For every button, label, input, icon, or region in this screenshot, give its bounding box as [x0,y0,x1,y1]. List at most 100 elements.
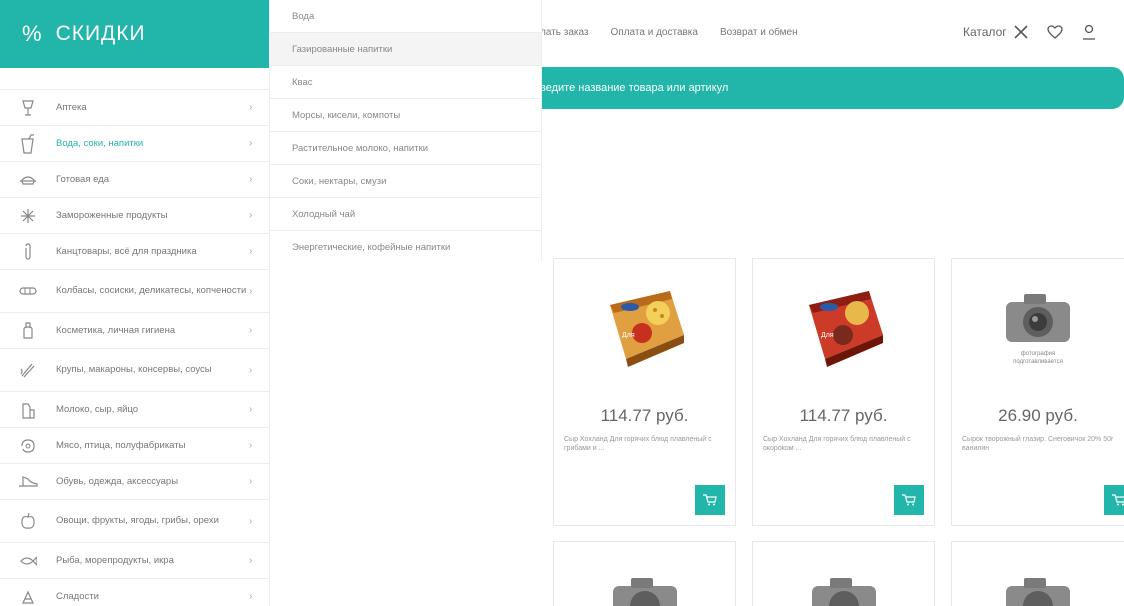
nav-link[interactable]: Оплата и доставка [611,27,698,38]
close-icon[interactable] [1011,22,1031,42]
submenu-item[interactable]: Вода [270,0,541,32]
product-description[interactable]: Сыр Хохланд Для горячих блюд плавленый с… [554,435,735,463]
product-card[interactable]: Для 114.77 руб. Сыр Хохланд Для горячих … [752,258,935,526]
cosmetics-bottle-icon [16,321,40,341]
product-image-placeholder [753,542,934,606]
category-list: Аптека › Вода, соки, напитки › Готовая еда › З… [0,89,269,606]
product-price: 114.77 руб. [799,406,888,425]
milk-icon [16,400,40,420]
product-price: 114.77 руб. [600,406,689,425]
product-card[interactable] [752,541,935,606]
chevron-right-icon: › [249,476,253,487]
cart-icon [902,494,916,506]
catalog-label: Каталог [963,25,1007,39]
discounts-header[interactable]: % СКИДКИ [0,0,269,68]
header-actions: Каталог [963,22,1099,42]
paperclip-icon [16,242,40,262]
meat-icon [16,436,40,456]
category-item[interactable]: Рыба, морепродукты, икра › [0,542,269,578]
category-label: Замороженные продукты [56,209,168,221]
product-price: 26.90 руб. [998,406,1078,425]
submenu-item[interactable]: Растительное молоко, напитки [270,131,541,164]
category-label: Вода, соки, напитки [56,137,144,149]
category-item[interactable]: Овощи, фрукты, ягоды, грибы, орехи › [0,499,269,542]
chevron-right-icon: › [249,591,253,602]
category-item[interactable]: Колбасы, сосиски, деликатесы, копчености… [0,269,269,312]
camera-icon [811,578,876,606]
submenu-item[interactable]: Холодный чай [270,197,541,230]
pasta-icon [16,360,40,380]
search-input[interactable]: ведите название товара или артикул [520,67,1124,109]
product-card[interactable]: Для 114.77 руб. Сыр Хохланд Для горячих … [553,258,736,526]
camera-icon [612,578,677,606]
percent-icon: % [22,21,42,46]
category-item[interactable]: Сладости › [0,578,269,606]
category-label: Мясо, птица, полуфабрикаты [56,439,186,451]
catalog-submenu: Вода Газированные напитки Квас Морсы, кисел… [270,0,542,262]
category-item[interactable]: Аптека › [0,89,269,125]
product-card[interactable]: фотография подготавливается 26.90 руб. С… [951,258,1124,526]
search-placeholder: ведите название товара или артикул [540,82,729,94]
submenu-item[interactable]: Морсы, кисели, компоты [270,98,541,131]
svg-text:Для: Для [821,332,834,339]
submenu-item[interactable]: Энергетические, кофейные напитки [270,230,541,263]
category-label: Готовая еда [56,173,110,185]
chevron-right-icon: › [249,404,253,415]
category-item[interactable]: Крупы, макароны, консервы, соусы › [0,348,269,391]
chevron-right-icon: › [249,285,253,297]
chevron-right-icon: › [249,364,253,376]
nav-link[interactable]: Возврат и обмен [720,27,798,38]
category-label: Крупы, макароны, консервы, соусы [56,364,212,375]
product-card[interactable] [951,541,1124,606]
snowflake-icon [16,206,40,226]
cart-icon [703,494,717,506]
fruit-icon [16,511,40,531]
product-card[interactable] [553,541,736,606]
category-label: Рыба, морепродукты, икра [56,554,174,566]
chevron-right-icon: › [249,174,253,185]
category-item[interactable]: Замороженные продукты › [0,197,269,233]
camera-icon [1006,578,1070,606]
category-item[interactable]: Мясо, птица, полуфабрикаты › [0,427,269,463]
product-image-cheese: Для [753,259,934,394]
category-item[interactable]: Вода, соки, напитки › [0,125,269,161]
add-to-cart-button[interactable] [1104,485,1124,515]
chevron-right-icon: › [249,325,253,336]
fish-icon [16,551,40,571]
product-image-placeholder [554,542,735,606]
category-item[interactable]: Молоко, сыр, яйцо › [0,391,269,427]
submenu-item[interactable]: Квас [270,65,541,98]
catalog-menu: % СКИДКИ Аптека › Вода, соки, напитки › Гото… [0,0,270,606]
chevron-right-icon: › [249,440,253,451]
category-label: Сладости [56,590,99,602]
chevron-right-icon: › [249,555,253,566]
submenu-item[interactable]: Газированные напитки [270,32,541,65]
product-description[interactable]: Сырок творожный глазир. Снеговичок 20% 5… [952,435,1124,463]
category-label: Обувь, одежда, аксессуары [56,475,179,487]
submenu-item[interactable]: Соки, нектары, смузи [270,164,541,197]
category-label: Канцтовары, всё для праздника [56,245,197,257]
chevron-right-icon: › [249,210,253,221]
user-icon[interactable] [1079,22,1099,42]
cart-icon [1112,494,1124,506]
heart-icon[interactable] [1045,22,1065,42]
nav-link[interactable]: лать заказ [540,27,589,38]
category-item[interactable]: Готовая еда › [0,161,269,197]
category-label: Косметика, личная гигиена [56,324,176,336]
top-nav: лать заказ Оплата и доставка Возврат и обм… [540,27,798,38]
catalog-toggle[interactable]: Каталог [963,22,1031,42]
category-label: Овощи, фрукты, ягоды, грибы, орехи [56,515,219,526]
add-to-cart-button[interactable] [695,485,725,515]
add-to-cart-button[interactable] [894,485,924,515]
discounts-title: СКИДКИ [55,22,146,45]
shoe-icon [16,472,40,492]
category-item[interactable]: Обувь, одежда, аксессуары › [0,463,269,499]
category-item[interactable]: Косметика, личная гигиена › [0,312,269,348]
category-item[interactable]: Канцтовары, всё для праздника › [0,233,269,269]
drink-cup-icon [16,133,40,154]
chevron-right-icon: › [249,515,253,527]
chevron-right-icon: › [249,102,253,113]
product-description[interactable]: Сыр Хохланд Для горячих блюд плавленый с… [753,435,934,463]
product-image-placeholder: фотография подготавливается [952,259,1124,394]
chevron-right-icon: › [249,138,253,149]
